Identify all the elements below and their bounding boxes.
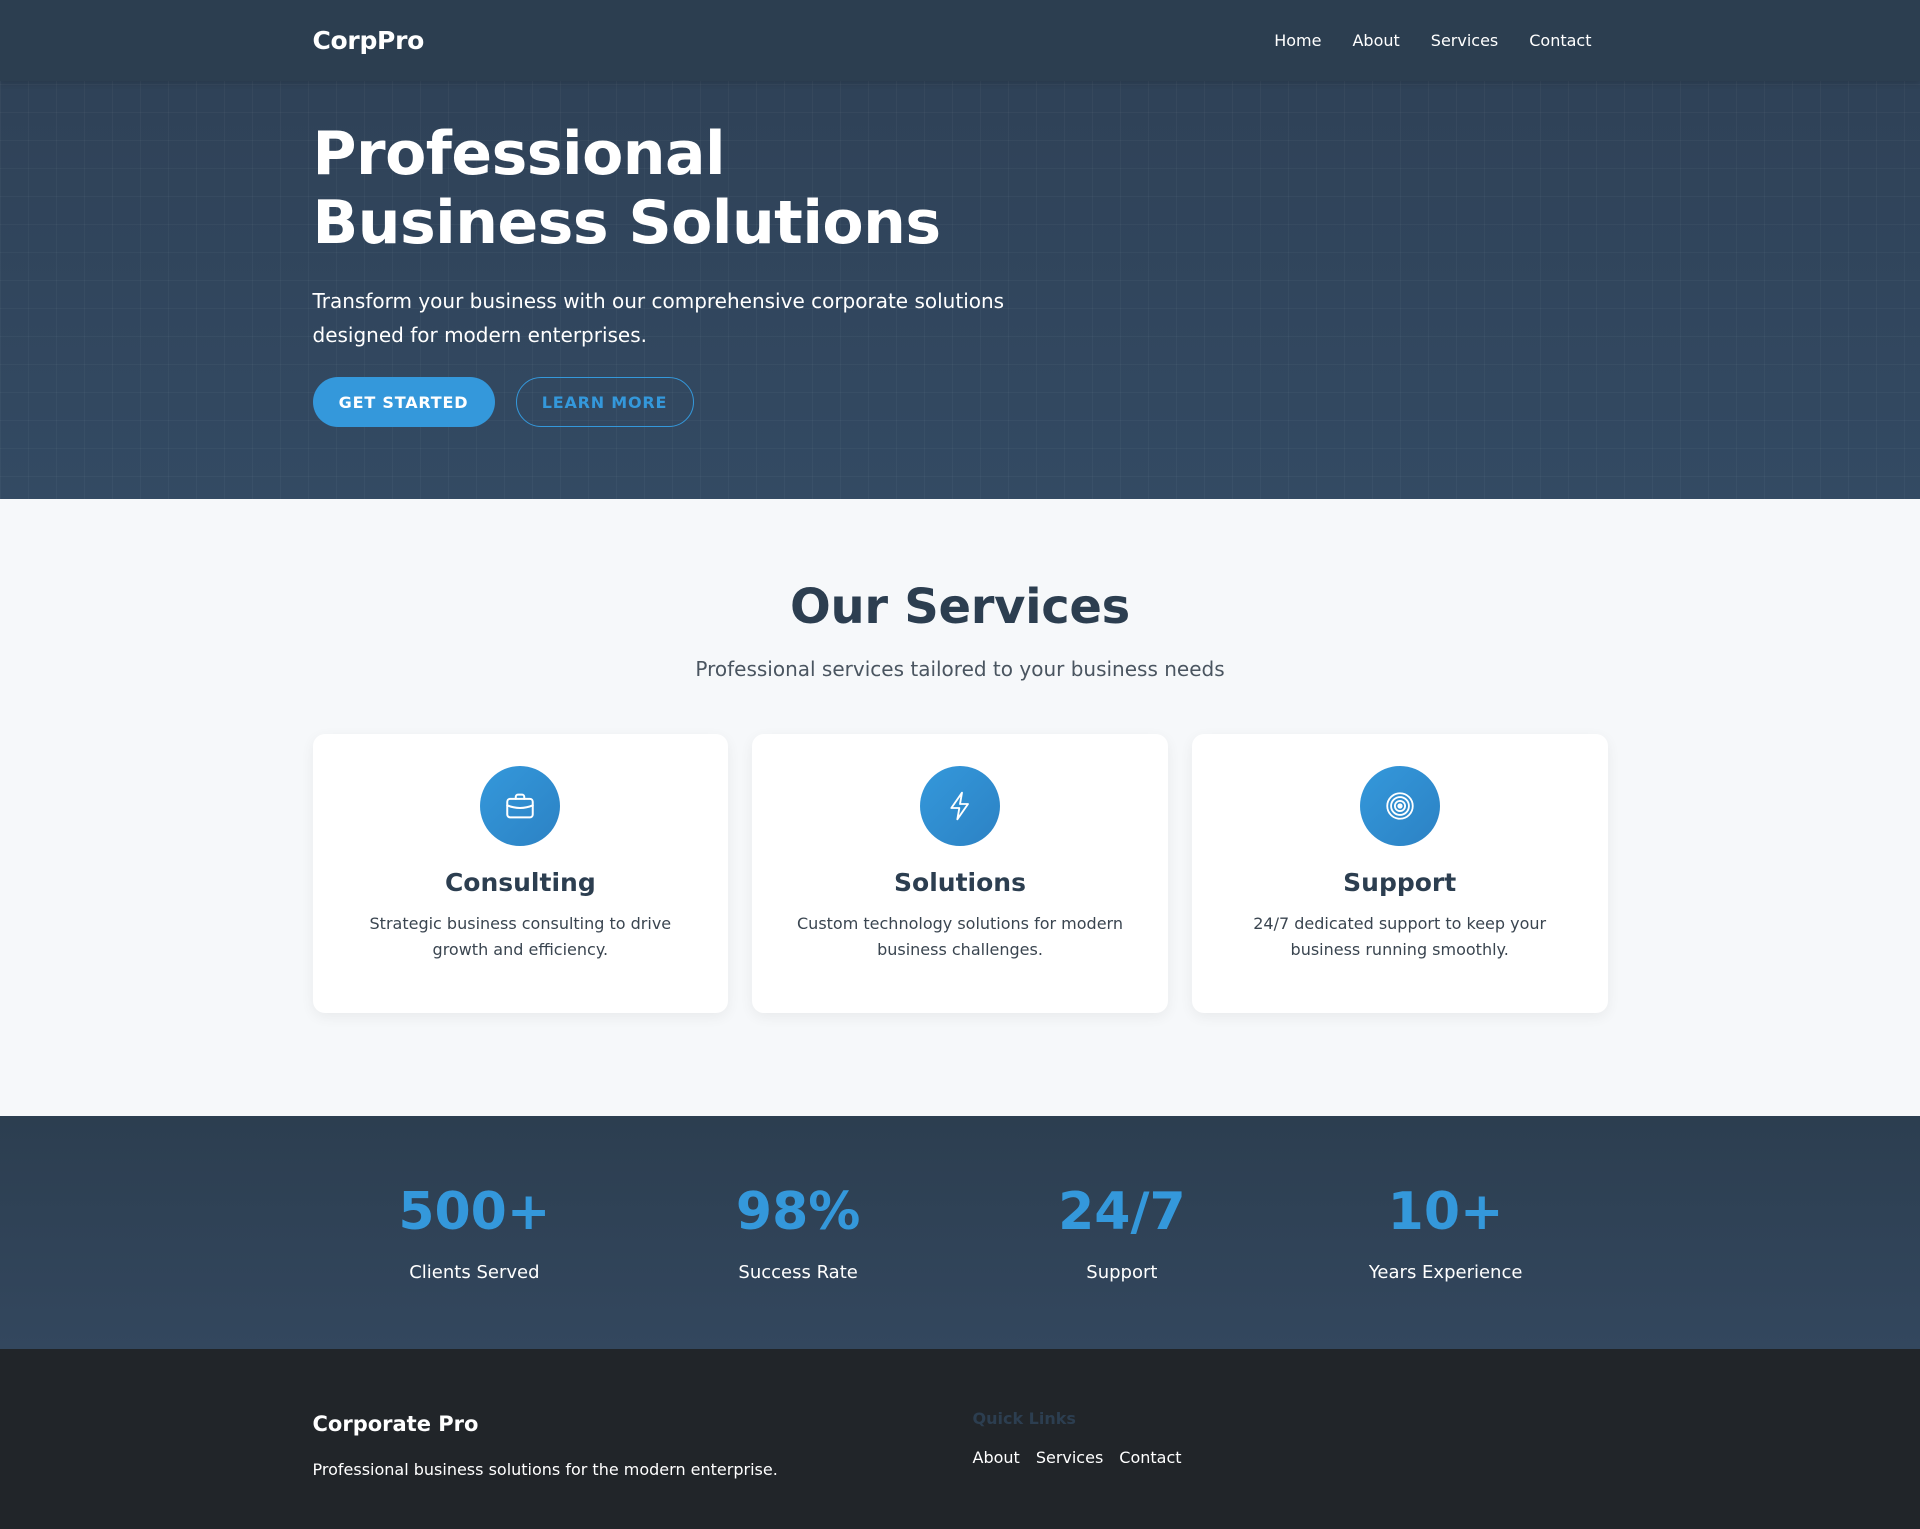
service-cards: Consulting Strategic business consulting… bbox=[312, 734, 1608, 1013]
stat-support: 24/7 Support bbox=[960, 1182, 1284, 1283]
hero-section: CorpPro Home About Services Contact Prof… bbox=[0, 0, 1920, 499]
stat-success-rate: 98% Success Rate bbox=[636, 1182, 960, 1283]
services-title: Our Services bbox=[790, 579, 1130, 635]
quick-links-title: Quick Links bbox=[972, 1409, 1076, 1428]
services-subtitle: Professional services tailored to your b… bbox=[695, 657, 1225, 681]
get-started-button[interactable]: GET STARTED bbox=[312, 377, 495, 427]
service-card-consulting[interactable]: Consulting Strategic business consulting… bbox=[312, 734, 729, 1013]
stat-value: 500+ bbox=[398, 1182, 551, 1242]
services-section: Our Services Professional services tailo… bbox=[0, 499, 1920, 1116]
stat-years: 10+ Years Experience bbox=[1284, 1182, 1608, 1283]
nav-link-home[interactable]: Home bbox=[1274, 31, 1321, 50]
stat-clients: 500+ Clients Served bbox=[313, 1182, 637, 1283]
navbar: CorpPro Home About Services Contact bbox=[0, 0, 1920, 81]
logo[interactable]: CorpPro bbox=[313, 26, 425, 55]
service-card-title: Solutions bbox=[894, 868, 1026, 897]
stat-label: Support bbox=[1086, 1262, 1158, 1283]
footer-link-contact[interactable]: Contact bbox=[1119, 1448, 1181, 1467]
footer-link-services[interactable]: Services bbox=[1036, 1448, 1103, 1467]
target-icon bbox=[1359, 766, 1440, 846]
service-card-support[interactable]: Support 24/7 dedicated support to keep y… bbox=[1191, 734, 1608, 1013]
nav-links: Home About Services Contact bbox=[1274, 31, 1591, 50]
nav-link-services[interactable]: Services bbox=[1431, 31, 1498, 50]
hero-content: Professional Business Solutions Transfor… bbox=[312, 81, 1608, 427]
hero-subtitle: Transform your business with our compreh… bbox=[312, 289, 1005, 347]
footer-brand: Corporate Pro bbox=[312, 1412, 479, 1436]
footer-quick-links: Quick Links About Services Contact bbox=[973, 1409, 1182, 1479]
stats-section: 500+ Clients Served 98% Success Rate 24/… bbox=[0, 1116, 1920, 1349]
service-card-text: Strategic business consulting to drive g… bbox=[369, 914, 672, 959]
service-card-title: Support bbox=[1343, 868, 1457, 897]
footer-description: Professional business solutions for the … bbox=[312, 1460, 778, 1479]
hero-title: Professional Business Solutions bbox=[312, 119, 942, 258]
stat-label: Clients Served bbox=[409, 1262, 540, 1283]
lightning-icon bbox=[920, 766, 1000, 846]
stat-label: Success Rate bbox=[738, 1262, 858, 1283]
footer: Corporate Pro Professional business solu… bbox=[0, 1349, 1920, 1529]
nav-link-contact[interactable]: Contact bbox=[1529, 31, 1591, 50]
hero-buttons: GET STARTED LEARN MORE bbox=[312, 377, 1608, 427]
footer-brand-column: Corporate Pro Professional business solu… bbox=[313, 1409, 973, 1479]
learn-more-button[interactable]: LEARN MORE bbox=[515, 377, 694, 427]
briefcase-icon bbox=[480, 766, 561, 846]
stat-value: 24/7 bbox=[1058, 1182, 1186, 1242]
stat-label: Years Experience bbox=[1368, 1262, 1523, 1283]
service-card-title: Consulting bbox=[444, 868, 596, 897]
service-card-solutions[interactable]: Solutions Custom technology solutions fo… bbox=[752, 734, 1168, 1013]
quick-links-list: About Services Contact bbox=[973, 1448, 1182, 1467]
service-card-text: Custom technology solutions for modern b… bbox=[797, 914, 1123, 959]
footer-link-about[interactable]: About bbox=[973, 1448, 1020, 1467]
nav-link-about[interactable]: About bbox=[1352, 31, 1399, 50]
service-card-text: 24/7 dedicated support to keep your busi… bbox=[1253, 914, 1547, 959]
stat-value: 98% bbox=[735, 1182, 861, 1242]
stat-value: 10+ bbox=[1387, 1182, 1504, 1242]
